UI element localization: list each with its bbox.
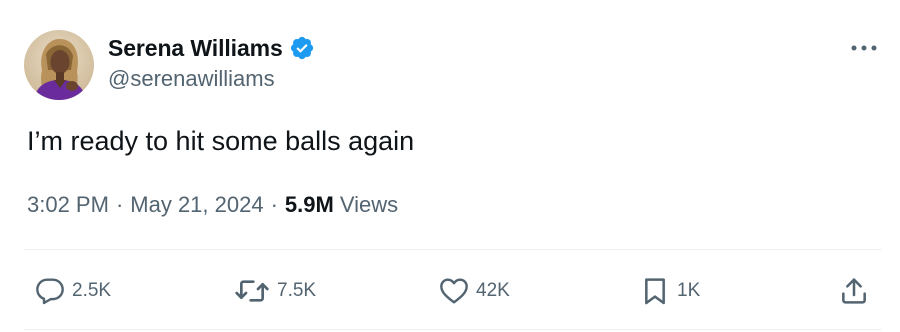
author-handle[interactable]: @serenawilliams	[108, 66, 315, 92]
author-block: Serena Williams @serenawilliams	[108, 33, 315, 92]
views-label: Views	[339, 192, 399, 217]
bookmark-count: 1K	[677, 280, 701, 301]
tweet-time[interactable]: 3:02 PM	[27, 192, 109, 218]
reply-count: 2.5K	[72, 280, 112, 301]
retweet-count: 7.5K	[277, 280, 317, 301]
action-bar: 2.5K 7.5K 42K 1K	[0, 268, 900, 314]
reply-icon	[36, 278, 64, 305]
meta-separator: ·	[115, 192, 124, 217]
views-count[interactable]: 5.9M	[285, 192, 334, 218]
bookmark-button[interactable]: 1K	[639, 268, 700, 314]
like-count: 42K	[476, 280, 510, 301]
meta-separator: ·	[270, 192, 278, 217]
tweet-text: I’m ready to hit some balls again	[27, 126, 415, 156]
tweet-meta: 3:02 PM · May 21, 2024 · 5.9M Views	[27, 192, 398, 218]
retweet-icon	[235, 280, 269, 302]
tweet-card: Serena Williams @serenawilliams I’m read…	[0, 0, 900, 332]
divider	[24, 329, 882, 330]
verified-badge-icon[interactable]	[289, 35, 315, 61]
avatar-image	[24, 30, 94, 100]
retweet-button[interactable]: 7.5K	[233, 268, 316, 314]
more-options-icon[interactable]	[848, 36, 880, 60]
avatar[interactable]	[24, 30, 94, 100]
like-button[interactable]: 42K	[438, 268, 510, 314]
author-name-row: Serena Williams	[108, 33, 315, 63]
tweet-date[interactable]: May 21, 2024	[130, 192, 263, 218]
bookmark-icon	[645, 278, 665, 305]
heart-icon	[440, 278, 468, 304]
divider	[24, 249, 882, 250]
share-button[interactable]	[838, 268, 870, 314]
share-icon	[842, 278, 866, 304]
reply-button[interactable]: 2.5K	[34, 268, 111, 314]
author-display-name[interactable]: Serena Williams	[108, 35, 283, 62]
